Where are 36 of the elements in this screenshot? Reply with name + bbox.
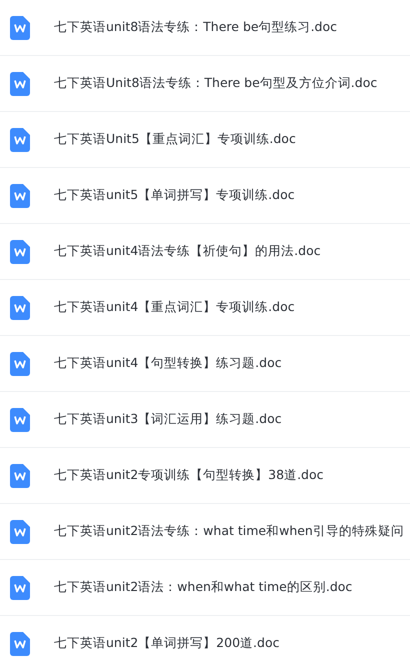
file-name: 七下英语unit4【重点词汇】专项训练.doc: [54, 299, 295, 316]
word-document-icon: [10, 184, 30, 208]
file-name: 七下英语unit8语法专练：There be句型练习.doc: [54, 19, 338, 36]
word-document-icon: [10, 72, 30, 96]
file-row[interactable]: 七下英语Unit5【重点词汇】专项训练.doc: [0, 112, 410, 168]
file-name: 七下英语unit2专项训练【句型转换】38道.doc: [54, 467, 324, 484]
word-document-icon: [10, 464, 30, 488]
file-row[interactable]: 七下英语unit8语法专练：There be句型练习.doc: [0, 0, 410, 56]
word-document-icon: [10, 352, 30, 376]
word-document-icon: [10, 632, 30, 656]
file-name: 七下英语unit2【单词拼写】200道.doc: [54, 635, 280, 652]
word-document-icon: [10, 520, 30, 544]
file-row[interactable]: 七下英语Unit8语法专练：There be句型及方位介词.doc: [0, 56, 410, 112]
file-row[interactable]: 七下英语unit5【单词拼写】专项训练.doc: [0, 168, 410, 224]
file-name: 七下英语unit2语法：when和what time的区别.doc: [54, 579, 352, 596]
file-name: 七下英语unit5【单词拼写】专项训练.doc: [54, 187, 295, 204]
file-row[interactable]: 七下英语unit4语法专练【祈使句】的用法.doc: [0, 224, 410, 280]
file-name: 七下英语Unit8语法专练：There be句型及方位介词.doc: [54, 75, 378, 92]
file-row[interactable]: 七下英语unit2语法：when和what time的区别.doc: [0, 560, 410, 616]
file-row[interactable]: 七下英语unit2专项训练【句型转换】38道.doc: [0, 448, 410, 504]
file-row[interactable]: 七下英语unit4【句型转换】练习题.doc: [0, 336, 410, 392]
word-document-icon: [10, 128, 30, 152]
word-document-icon: [10, 408, 30, 432]
file-name: 七下英语unit4语法专练【祈使句】的用法.doc: [54, 243, 321, 260]
word-document-icon: [10, 16, 30, 40]
word-document-icon: [10, 296, 30, 320]
file-name: 七下英语unit2语法专练：what time和when引导的特殊疑问: [54, 523, 404, 540]
file-name: 七下英语unit3【词汇运用】练习题.doc: [54, 411, 282, 428]
file-row[interactable]: 七下英语unit3【词汇运用】练习题.doc: [0, 392, 410, 448]
file-row[interactable]: 七下英语unit4【重点词汇】专项训练.doc: [0, 280, 410, 336]
file-row[interactable]: 七下英语unit2【单词拼写】200道.doc: [0, 616, 410, 665]
file-name: 七下英语Unit5【重点词汇】专项训练.doc: [54, 131, 296, 148]
word-document-icon: [10, 240, 30, 264]
file-name: 七下英语unit4【句型转换】练习题.doc: [54, 355, 282, 372]
file-row[interactable]: 七下英语unit2语法专练：what time和when引导的特殊疑问: [0, 504, 410, 560]
word-document-icon: [10, 576, 30, 600]
